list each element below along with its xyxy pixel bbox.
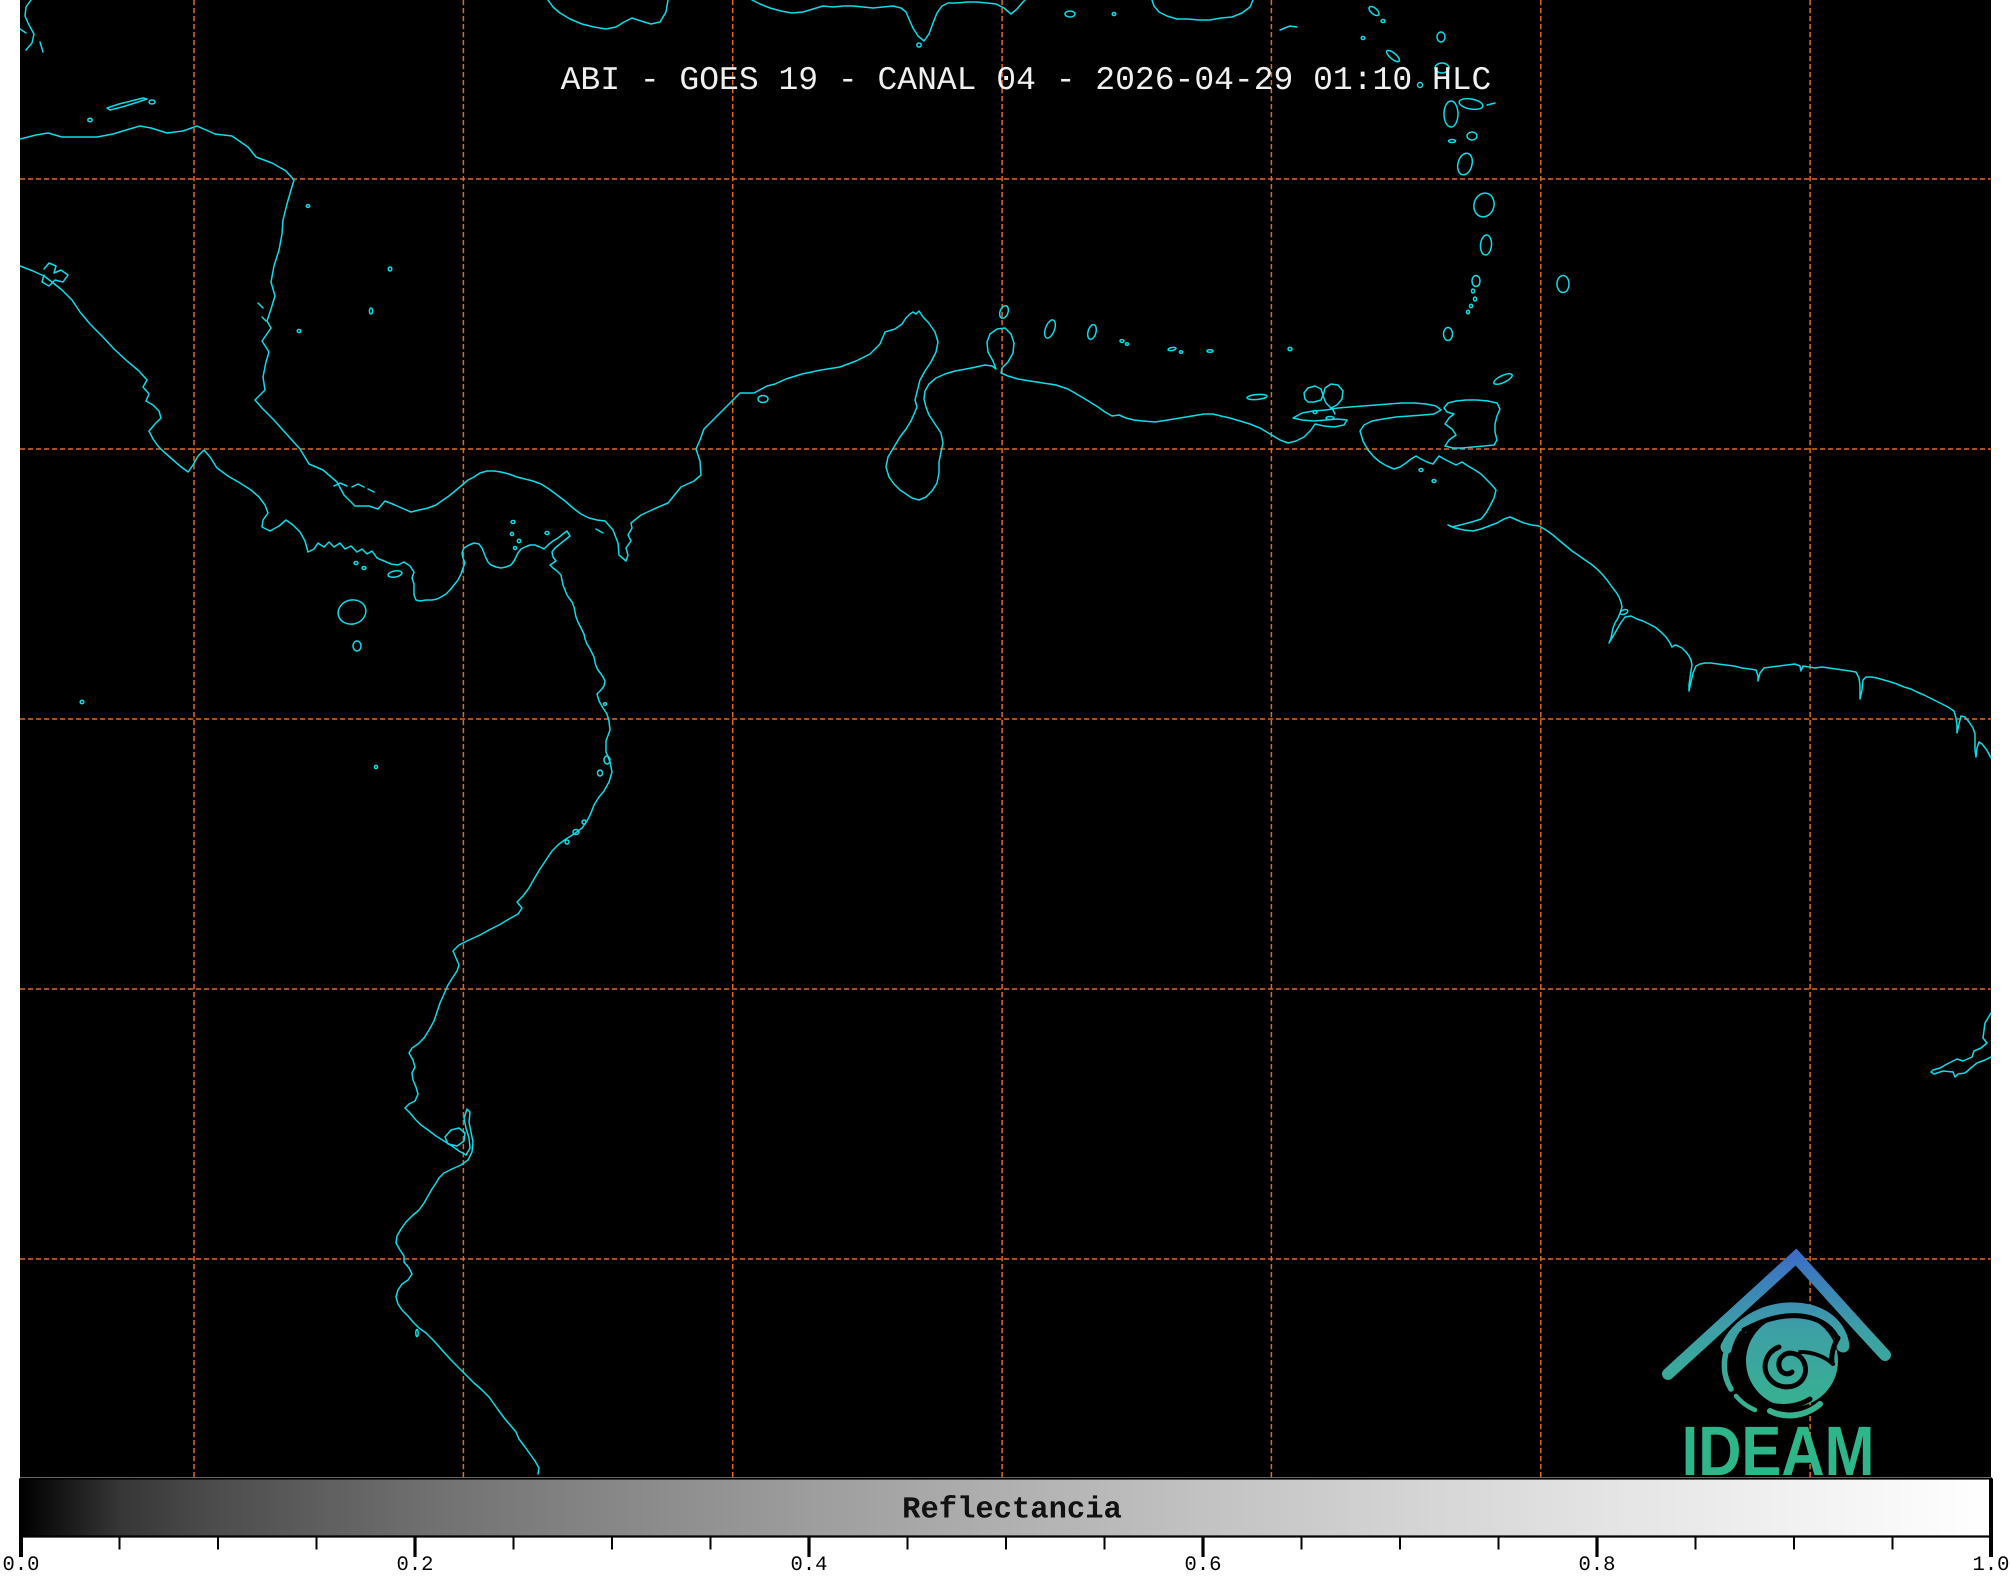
svg-text:0.0: 0.0	[3, 1554, 40, 1577]
svg-text:0.8: 0.8	[1579, 1554, 1616, 1577]
svg-text:0.6: 0.6	[1185, 1554, 1222, 1577]
svg-text:1.0: 1.0	[1973, 1554, 2010, 1577]
svg-text:Reflectancia: Reflectancia	[902, 1494, 1122, 1528]
svg-text:ABI - GOES 19 - CANAL 04 - 202: ABI - GOES 19 - CANAL 04 - 2026-04-29 01…	[561, 62, 1492, 99]
svg-text:0.2: 0.2	[397, 1554, 434, 1577]
svg-text:0.4: 0.4	[791, 1554, 828, 1577]
